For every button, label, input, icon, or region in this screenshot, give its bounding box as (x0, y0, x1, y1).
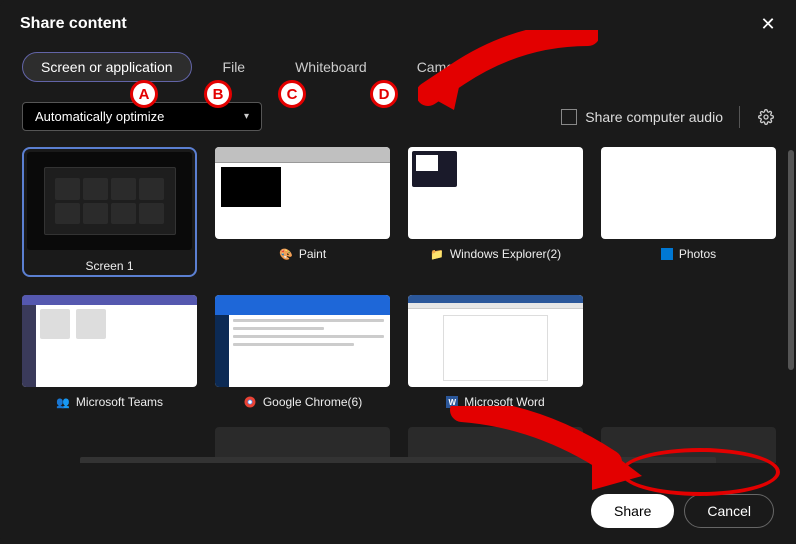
gear-icon (758, 109, 774, 125)
tile-google-chrome[interactable]: Google Chrome(6) (215, 295, 390, 409)
chevron-down-icon: ▾ (244, 111, 249, 122)
teams-app-icon: 👥 (56, 395, 70, 409)
content-area[interactable]: Screen 1 🎨 Paint 📁 (0, 143, 796, 463)
annotation-badge-c: C (278, 80, 306, 108)
tile-label-chrome: Google Chrome(6) (243, 395, 362, 409)
dialog-title: Share content (20, 15, 127, 33)
tile-label-teams: 👥 Microsoft Teams (56, 395, 163, 409)
tab-screen-or-application[interactable]: Screen or application (22, 52, 192, 82)
tile-microsoft-teams[interactable]: 👥 Microsoft Teams (22, 295, 197, 409)
dialog-header: Share content ✕ (0, 0, 796, 44)
annotation-badge-b: B (204, 80, 232, 108)
checkbox-box-icon (561, 109, 577, 125)
tabs-row: Screen or application File Whiteboard Ca… (0, 44, 796, 96)
annotation-badge-d: D (370, 80, 398, 108)
tab-file[interactable]: File (204, 52, 265, 82)
thumb-explorer (408, 147, 583, 239)
share-button[interactable]: Share (591, 494, 674, 528)
chrome-app-icon (243, 395, 257, 409)
thumb-chrome (215, 295, 390, 387)
thumb-paint (215, 147, 390, 239)
thumb-screen-1 (26, 151, 193, 251)
footer: Share Cancel (591, 494, 774, 528)
tile-paint[interactable]: 🎨 Paint (215, 147, 390, 277)
share-audio-label: Share computer audio (585, 109, 723, 125)
dropdown-value: Automatically optimize (35, 109, 164, 124)
annotation-arrow-bottom (450, 406, 650, 496)
divider (739, 106, 740, 128)
thumb-photos (601, 147, 776, 239)
photos-app-icon (661, 248, 673, 260)
scrollbar-thumb[interactable] (788, 150, 794, 370)
close-button[interactable]: ✕ (756, 12, 780, 36)
tile-microsoft-word[interactable]: W Microsoft Word (408, 295, 583, 409)
tile-label-explorer: 📁 Windows Explorer(2) (430, 247, 561, 261)
paint-app-icon: 🎨 (279, 247, 293, 261)
annotation-arrow-top (418, 30, 598, 110)
share-grid: Screen 1 🎨 Paint 📁 (22, 147, 776, 463)
share-audio-checkbox[interactable]: Share computer audio (561, 109, 723, 125)
thumb-word (408, 295, 583, 387)
scrollbar[interactable] (788, 150, 794, 480)
annotation-badge-a: A (130, 80, 158, 108)
close-icon: ✕ (760, 14, 775, 35)
cancel-button[interactable]: Cancel (684, 494, 774, 528)
options-row: Automatically optimize ▾ Share computer … (0, 96, 796, 143)
tile-label-photos: Photos (661, 247, 716, 261)
tile-label-screen-1: Screen 1 (85, 259, 133, 273)
tile-label-paint: 🎨 Paint (279, 247, 326, 261)
settings-button[interactable] (756, 107, 776, 127)
tile-windows-explorer[interactable]: 📁 Windows Explorer(2) (408, 147, 583, 277)
folder-icon: 📁 (430, 247, 444, 261)
tile-photos[interactable]: Photos (601, 147, 776, 277)
share-content-dialog: Share content ✕ Screen or application Fi… (0, 0, 796, 544)
thumb-teams (22, 295, 197, 387)
tile-screen-1[interactable]: Screen 1 (22, 147, 197, 277)
tab-whiteboard[interactable]: Whiteboard (276, 52, 386, 82)
